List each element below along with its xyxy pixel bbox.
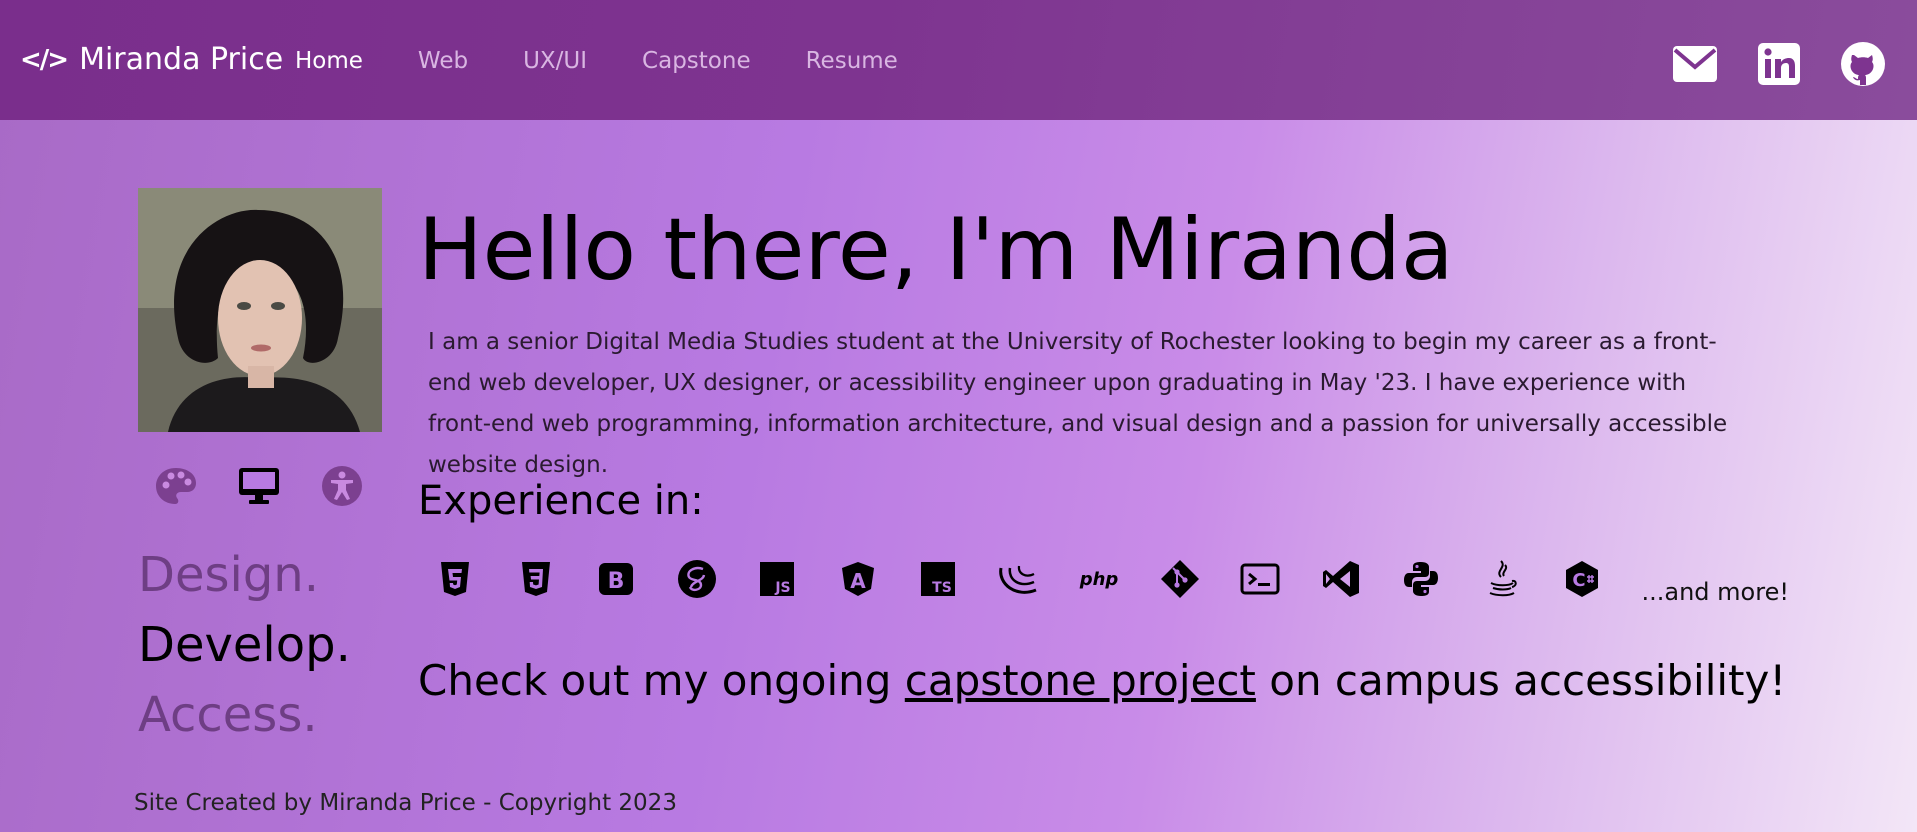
git-icon [1155, 554, 1205, 604]
tagline-design: Design. [138, 547, 319, 603]
code-icon: </> [20, 44, 69, 75]
python-icon [1396, 554, 1446, 604]
tech-icons: B JS A TS php C ...and more! [430, 552, 1789, 606]
footer: Site Created by Miranda Price - Copyrigh… [134, 790, 677, 816]
css3-icon [511, 554, 561, 604]
svg-text:php: php [1079, 569, 1119, 590]
jquery-icon [994, 554, 1044, 604]
svg-text:JS: JS [774, 580, 790, 596]
svg-text:B: B [608, 569, 625, 594]
typescript-icon: TS [913, 554, 963, 604]
brand-link[interactable]: </> Miranda Price [20, 42, 283, 77]
svg-text:TS: TS [932, 580, 952, 596]
terminal-icon [1235, 554, 1285, 604]
nav-links: Home Web UX/UI Capstone Resume [295, 48, 953, 74]
nav-web[interactable]: Web [418, 48, 468, 74]
skill-icons [153, 463, 402, 509]
social-links [1635, 40, 1887, 88]
monitor-icon[interactable] [236, 463, 282, 509]
tagline-develop: Develop. [138, 617, 351, 673]
experience-heading: Experience in: [418, 478, 704, 524]
github-icon[interactable] [1839, 40, 1887, 88]
cta-before: Check out my ongoing [418, 656, 905, 705]
html5-icon [430, 554, 480, 604]
mail-icon[interactable] [1671, 40, 1719, 88]
nav-uxui[interactable]: UX/UI [523, 48, 587, 74]
vscode-icon [1316, 554, 1366, 604]
page-title: Hello there, I'm Miranda [418, 200, 1454, 300]
java-icon [1477, 554, 1527, 604]
angular-icon: A [833, 554, 883, 604]
brand-name: Miranda Price [79, 42, 284, 77]
tagline-access: Access. [138, 687, 318, 743]
palette-icon[interactable] [153, 463, 199, 509]
svg-text:C: C [1572, 570, 1585, 591]
linkedin-icon[interactable] [1755, 40, 1803, 88]
php-icon: php [1074, 554, 1124, 604]
nav-home[interactable]: Home [295, 48, 363, 74]
javascript-icon: JS [752, 554, 802, 604]
profile-photo [138, 188, 382, 432]
navbar: </> Miranda Price Home Web UX/UI Capston… [0, 0, 1917, 120]
more-text: ...and more! [1641, 578, 1789, 606]
taglines: Design. Develop. Access. [138, 540, 351, 750]
capstone-link[interactable]: capstone project [905, 656, 1256, 705]
accessibility-icon[interactable] [319, 463, 365, 509]
sass-icon [672, 554, 722, 604]
csharp-icon: C [1557, 554, 1607, 604]
cta-after: on campus accessibility! [1255, 656, 1787, 705]
intro-paragraph: I am a senior Digital Media Studies stud… [428, 329, 1728, 478]
capstone-callout: Check out my ongoing capstone project on… [418, 656, 1786, 705]
bootstrap-icon: B [591, 554, 641, 604]
nav-capstone[interactable]: Capstone [642, 48, 751, 74]
svg-text:A: A [850, 569, 866, 593]
nav-resume[interactable]: Resume [806, 48, 898, 74]
